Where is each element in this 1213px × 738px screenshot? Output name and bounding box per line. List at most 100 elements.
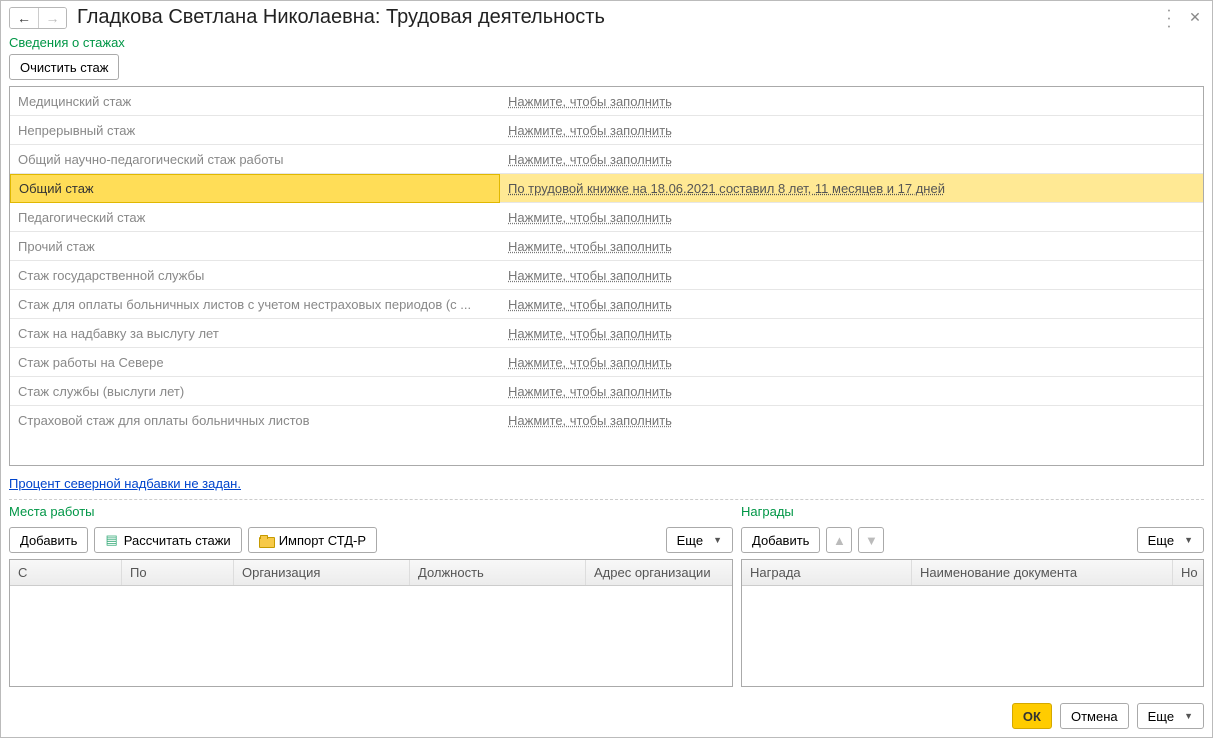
workplaces-calc-button[interactable]: ▤ Рассчитать стажи bbox=[94, 527, 241, 553]
col-to[interactable]: По bbox=[122, 560, 234, 585]
stazh-name-cell: Стаж работы на Севере bbox=[10, 355, 500, 370]
stazh-value-cell[interactable]: Нажмите, чтобы заполнить bbox=[500, 152, 1203, 167]
stazh-value-cell[interactable]: Нажмите, чтобы заполнить bbox=[500, 239, 1203, 254]
stazh-name-cell: Стаж государственной службы bbox=[10, 268, 500, 283]
stazh-fill-link[interactable]: Нажмите, чтобы заполнить bbox=[508, 326, 672, 341]
ok-button[interactable]: ОК bbox=[1012, 703, 1052, 729]
stazh-name-cell: Общий стаж bbox=[10, 174, 500, 203]
awards-grid-body[interactable] bbox=[742, 586, 1203, 686]
north-allowance-link[interactable]: Процент северной надбавки не задан. bbox=[9, 476, 1204, 491]
stazh-row[interactable]: Общий стаж По трудовой книжке на 18.06.20… bbox=[10, 174, 1203, 203]
titlebar: ← → Гладкова Светлана Николаевна: Трудов… bbox=[1, 1, 1212, 33]
stazh-value-cell[interactable]: Нажмите, чтобы заполнить bbox=[500, 297, 1203, 312]
stazh-value-cell[interactable]: Нажмите, чтобы заполнить bbox=[500, 384, 1203, 399]
list-icon: ▤ bbox=[105, 532, 117, 548]
footer-more-button[interactable]: Еще ▼ bbox=[1137, 703, 1204, 729]
awards-more-button[interactable]: Еще ▼ bbox=[1137, 527, 1204, 553]
workplaces-grid[interactable]: С По Организация Должность Адрес организ… bbox=[9, 559, 733, 687]
stazh-fill-link[interactable]: Нажмите, чтобы заполнить bbox=[508, 355, 672, 370]
close-icon: ✕ bbox=[1189, 9, 1201, 26]
stazh-value-cell[interactable]: Нажмите, чтобы заполнить bbox=[500, 355, 1203, 370]
window-title: Гладкова Светлана Николаевна: Трудовая д… bbox=[77, 6, 605, 29]
stazh-fill-link[interactable]: Нажмите, чтобы заполнить bbox=[508, 413, 672, 428]
stazh-row[interactable]: Стаж государственной службы Нажмите, чтоб… bbox=[10, 261, 1203, 290]
col-from[interactable]: С bbox=[10, 560, 122, 585]
chevron-down-icon: ▼ bbox=[1184, 711, 1193, 721]
stazh-row[interactable]: Стаж работы на Севере Нажмите, чтобы запо… bbox=[10, 348, 1203, 377]
awards-more-label: Еще bbox=[1148, 533, 1174, 548]
content: Сведения о стажах Очистить стаж Медицинс… bbox=[1, 33, 1212, 695]
workplaces-import-button[interactable]: Импорт СТД-Р bbox=[248, 527, 377, 553]
employee-work-activity-window: ← → Гладкова Светлана Николаевна: Трудов… bbox=[0, 0, 1213, 738]
stazh-row[interactable]: Стаж для оплаты больничных листов с учет… bbox=[10, 290, 1203, 319]
stazh-value-cell[interactable]: По трудовой книжке на 18.06.2021 состави… bbox=[500, 181, 1203, 196]
workplaces-panel: Места работы Добавить ▤ Рассчитать стажи… bbox=[9, 502, 733, 687]
chevron-down-icon: ▼ bbox=[1184, 535, 1193, 545]
awards-grid[interactable]: Награда Наименование документа Но bbox=[741, 559, 1204, 687]
workplaces-more-button[interactable]: Еще ▼ bbox=[666, 527, 733, 553]
stazh-fill-link[interactable]: Нажмите, чтобы заполнить bbox=[508, 94, 672, 109]
stazh-section-label: Сведения о стажах bbox=[9, 35, 1204, 50]
col-doc[interactable]: Наименование документа bbox=[912, 560, 1173, 585]
workplaces-calc-label: Рассчитать стажи bbox=[124, 533, 231, 548]
stazh-name-cell: Стаж службы (выслуги лет) bbox=[10, 384, 500, 399]
stazh-value-cell[interactable]: Нажмите, чтобы заполнить bbox=[500, 268, 1203, 283]
awards-label: Награды bbox=[741, 504, 1204, 519]
stazh-fill-link[interactable]: Нажмите, чтобы заполнить bbox=[508, 210, 672, 225]
awards-toolbar: Добавить ▲ ▼ Еще ▼ bbox=[741, 527, 1204, 553]
stazh-row[interactable]: Общий научно-педагогический стаж работыН… bbox=[10, 145, 1203, 174]
stazh-value-cell[interactable]: Нажмите, чтобы заполнить bbox=[500, 326, 1203, 341]
stazh-row[interactable]: Непрерывный стажНажмите, чтобы заполнить bbox=[10, 116, 1203, 145]
col-num[interactable]: Но bbox=[1173, 560, 1203, 585]
col-org[interactable]: Организация bbox=[234, 560, 410, 585]
awards-move-up-button[interactable]: ▲ bbox=[826, 527, 852, 553]
nav-forward-button[interactable]: → bbox=[38, 8, 66, 28]
stazh-fill-link[interactable]: Нажмите, чтобы заполнить bbox=[508, 152, 672, 167]
kebab-menu-button[interactable] bbox=[1160, 9, 1178, 27]
stazh-value-cell[interactable]: Нажмите, чтобы заполнить bbox=[500, 94, 1203, 109]
arrow-down-icon: ▼ bbox=[865, 533, 878, 548]
arrow-right-icon: → bbox=[46, 11, 60, 25]
arrow-up-icon: ▲ bbox=[833, 533, 846, 548]
kebab-icon bbox=[1168, 6, 1170, 30]
nav-buttons: ← → bbox=[9, 7, 67, 29]
stazh-fill-link[interactable]: Нажмите, чтобы заполнить bbox=[508, 384, 672, 399]
stazh-row[interactable]: Прочий стаж Нажмите, чтобы заполнить bbox=[10, 232, 1203, 261]
awards-move-down-button[interactable]: ▼ bbox=[858, 527, 884, 553]
workplaces-more-label: Еще bbox=[677, 533, 703, 548]
workplaces-grid-header: С По Организация Должность Адрес организ… bbox=[10, 560, 732, 586]
divider bbox=[9, 499, 1204, 500]
col-addr[interactable]: Адрес организации bbox=[586, 560, 732, 585]
stazh-fill-link[interactable]: Нажмите, чтобы заполнить bbox=[508, 123, 672, 138]
footer-more-label: Еще bbox=[1148, 709, 1174, 724]
chevron-down-icon: ▼ bbox=[713, 535, 722, 545]
nav-back-button[interactable]: ← bbox=[10, 8, 38, 28]
stazh-fill-link[interactable]: По трудовой книжке на 18.06.2021 состави… bbox=[508, 181, 945, 196]
stazh-fill-link[interactable]: Нажмите, чтобы заполнить bbox=[508, 239, 672, 254]
stazh-row[interactable]: Медицинский стажНажмите, чтобы заполнить bbox=[10, 87, 1203, 116]
stazh-row[interactable]: Педагогический стажНажмите, чтобы заполн… bbox=[10, 203, 1203, 232]
stazh-name-cell: Прочий стаж bbox=[10, 239, 500, 254]
workplaces-import-label: Импорт СТД-Р bbox=[279, 533, 366, 548]
stazh-row[interactable]: Стаж на надбавку за выслугу летНажмите, … bbox=[10, 319, 1203, 348]
workplaces-grid-body[interactable] bbox=[10, 586, 732, 686]
footer: ОК Отмена Еще ▼ bbox=[1, 695, 1212, 737]
stazh-row[interactable]: Стаж службы (выслуги лет) Нажмите, чтобы … bbox=[10, 377, 1203, 406]
stazh-row[interactable]: Страховой стаж для оплаты больничных лис… bbox=[10, 406, 1203, 435]
col-award[interactable]: Награда bbox=[742, 560, 912, 585]
clear-stazh-button[interactable]: Очистить стаж bbox=[9, 54, 119, 80]
stazh-value-cell[interactable]: Нажмите, чтобы заполнить bbox=[500, 413, 1203, 428]
folder-icon bbox=[259, 535, 273, 546]
stazh-value-cell[interactable]: Нажмите, чтобы заполнить bbox=[500, 210, 1203, 225]
stazh-toolbar: Очистить стаж bbox=[9, 54, 1204, 80]
stazh-value-cell[interactable]: Нажмите, чтобы заполнить bbox=[500, 123, 1203, 138]
awards-add-button[interactable]: Добавить bbox=[741, 527, 820, 553]
close-button[interactable]: ✕ bbox=[1186, 9, 1204, 27]
arrow-left-icon: ← bbox=[17, 11, 31, 25]
col-pos[interactable]: Должность bbox=[410, 560, 586, 585]
stazh-table: Медицинский стажНажмите, чтобы заполнить… bbox=[9, 86, 1204, 466]
cancel-button[interactable]: Отмена bbox=[1060, 703, 1129, 729]
workplaces-add-button[interactable]: Добавить bbox=[9, 527, 88, 553]
stazh-fill-link[interactable]: Нажмите, чтобы заполнить bbox=[508, 268, 672, 283]
stazh-fill-link[interactable]: Нажмите, чтобы заполнить bbox=[508, 297, 672, 312]
